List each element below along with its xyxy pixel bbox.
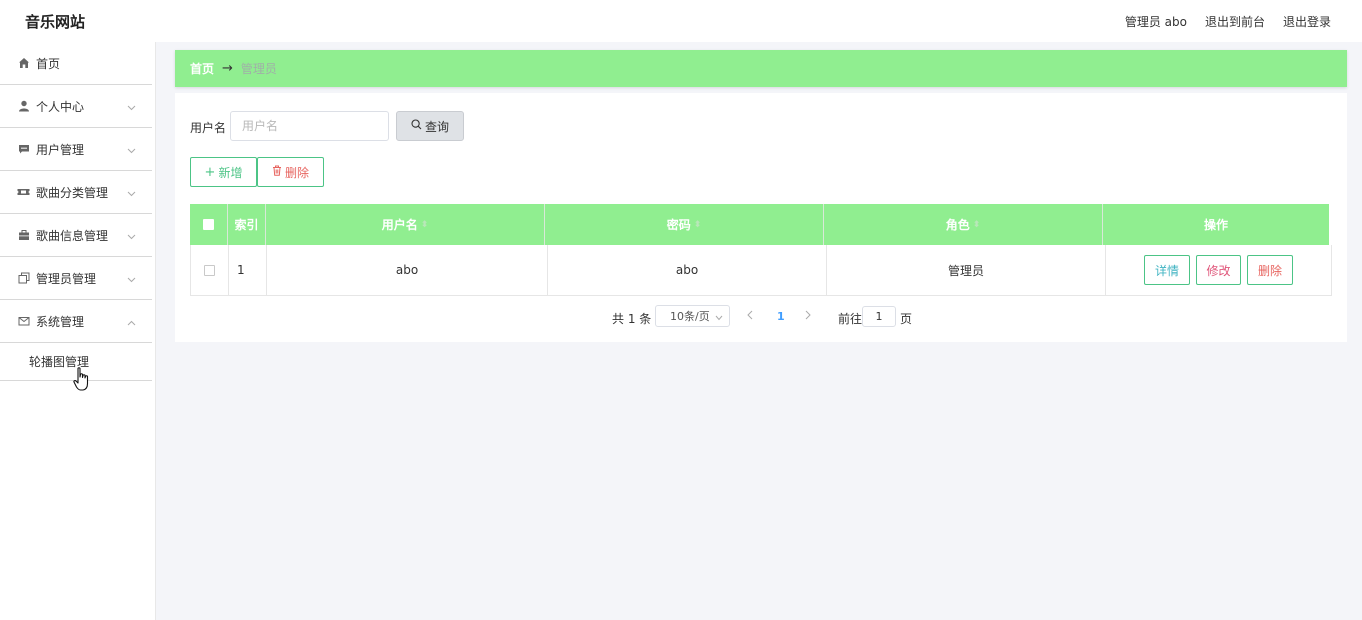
sidebar-item-label: 歌曲信息管理 bbox=[36, 228, 109, 243]
sidebar-item-admin-management[interactable]: 管理员管理 bbox=[0, 257, 152, 300]
column-header-actions: 操作 bbox=[1203, 218, 1228, 232]
goto-page-input[interactable] bbox=[862, 306, 896, 327]
username-search-input[interactable] bbox=[230, 111, 389, 141]
select-all-cell bbox=[190, 204, 228, 245]
password-cell: abo bbox=[548, 245, 827, 295]
search-button[interactable]: 查询 bbox=[396, 111, 464, 141]
sidebar-item-label: 个人中心 bbox=[36, 99, 85, 114]
trash-icon bbox=[272, 165, 282, 179]
current-user[interactable]: 管理员 abo bbox=[1125, 13, 1187, 30]
sidebar-item-home[interactable]: 首页 bbox=[0, 42, 152, 85]
search-button-label: 查询 bbox=[424, 119, 449, 134]
delete-button-label: 删除 bbox=[284, 165, 309, 180]
select-all-checkbox[interactable] bbox=[203, 219, 214, 230]
add-button[interactable]: + 新增 bbox=[190, 157, 257, 187]
breadcrumb-home-link[interactable]: 首页 bbox=[190, 60, 214, 77]
page-size-select[interactable]: 10条/页 bbox=[655, 305, 730, 327]
chevron-up-icon bbox=[127, 315, 136, 329]
sidebar-item-system-management[interactable]: 系统管理 bbox=[0, 300, 152, 343]
page-number-current[interactable]: 1 bbox=[777, 310, 785, 323]
row-checkbox[interactable] bbox=[204, 264, 215, 276]
breadcrumb-arrow-icon: → bbox=[222, 61, 233, 76]
chevron-down-icon bbox=[715, 311, 723, 324]
chevron-down-icon bbox=[127, 272, 136, 286]
column-header-role[interactable]: 角色 ⬍ bbox=[824, 204, 1103, 245]
hand-cursor-icon bbox=[73, 367, 91, 393]
briefcase-icon bbox=[17, 229, 30, 242]
search-icon bbox=[411, 119, 422, 133]
sidebar-item-song-info[interactable]: 歌曲信息管理 bbox=[0, 214, 152, 257]
sidebar-item-label: 歌曲分类管理 bbox=[36, 185, 109, 200]
sidebar-item-personal-center[interactable]: 个人中心 bbox=[0, 85, 152, 128]
goto-label: 前往 bbox=[838, 312, 863, 326]
sidebar-item-label: 用户管理 bbox=[36, 142, 85, 157]
edit-button[interactable]: 修改 bbox=[1196, 255, 1241, 285]
role-cell: 管理员 bbox=[827, 245, 1106, 295]
top-header: 音乐网站 管理员 abo 退出到前台 退出登录 bbox=[0, 0, 1362, 42]
copy-icon bbox=[17, 272, 30, 285]
plus-icon: + bbox=[204, 164, 216, 180]
breadcrumb-current: 管理员 bbox=[240, 62, 277, 76]
column-header-index: 索引 bbox=[228, 204, 266, 245]
pagination: 共 1 条 10条/页 1 前往 页 bbox=[175, 305, 1347, 329]
table-header: 索引 用户名 ⬍ 密码 ⬍ 角色 ⬍ 操作 bbox=[190, 204, 1329, 245]
sidebar-item-label: 系统管理 bbox=[36, 314, 85, 329]
chat-icon bbox=[17, 143, 30, 156]
header-links: 管理员 abo 退出到前台 退出登录 bbox=[1125, 13, 1331, 30]
sort-icon[interactable]: ⬍ bbox=[421, 220, 429, 230]
chevron-down-icon bbox=[127, 186, 136, 200]
sidebar: 首页 个人中心 用户管理 歌曲分类管理 歌曲信息管理 管理员管理 系统管理 轮播… bbox=[0, 42, 156, 620]
user-icon bbox=[17, 100, 30, 113]
actions-cell: 详情 修改 删除 bbox=[1106, 245, 1331, 295]
pagination-total: 共 1 条 bbox=[612, 312, 652, 326]
index-cell: 1 bbox=[229, 245, 267, 295]
table-row: 1 abo abo 管理员 详情 修改 删除 bbox=[190, 245, 1332, 296]
sidebar-item-user-management[interactable]: 用户管理 bbox=[0, 128, 152, 171]
row-select-cell bbox=[191, 245, 229, 295]
sort-icon[interactable]: ⬍ bbox=[973, 220, 981, 230]
mail-icon bbox=[17, 315, 30, 328]
exit-to-front-link[interactable]: 退出到前台 bbox=[1205, 13, 1265, 30]
breadcrumb: 首页 → 管理员 bbox=[175, 50, 1347, 87]
detail-button[interactable]: 详情 bbox=[1144, 255, 1190, 285]
prev-page-icon[interactable] bbox=[747, 309, 753, 323]
goto-unit: 页 bbox=[900, 312, 913, 326]
search-label: 用户名 bbox=[190, 121, 227, 135]
main-panel: 用户名 查询 + 新增 删除 索引 用户名⬍ 密码⬍ bbox=[175, 93, 1347, 342]
row-delete-button[interactable]: 删除 bbox=[1247, 255, 1293, 285]
sidebar-item-label: 管理员管理 bbox=[36, 271, 97, 286]
site-title: 音乐网站 bbox=[25, 13, 86, 31]
batch-delete-button[interactable]: 删除 bbox=[257, 157, 324, 187]
add-button-label: 新增 bbox=[218, 165, 243, 180]
sort-icon[interactable]: ⬍ bbox=[694, 220, 702, 230]
ticket-icon bbox=[17, 186, 30, 199]
chevron-down-icon bbox=[127, 229, 136, 243]
chevron-down-icon bbox=[127, 100, 136, 114]
column-header-username[interactable]: 用户名 ⬍ bbox=[266, 204, 545, 245]
sidebar-item-song-category[interactable]: 歌曲分类管理 bbox=[0, 171, 152, 214]
next-page-icon[interactable] bbox=[805, 309, 811, 323]
username-cell: abo bbox=[267, 245, 548, 295]
chevron-down-icon bbox=[127, 143, 136, 157]
sidebar-item-label: 首页 bbox=[36, 56, 61, 71]
column-header-password[interactable]: 密码 ⬍ bbox=[545, 204, 824, 245]
home-icon bbox=[17, 57, 30, 70]
logout-link[interactable]: 退出登录 bbox=[1283, 13, 1331, 30]
